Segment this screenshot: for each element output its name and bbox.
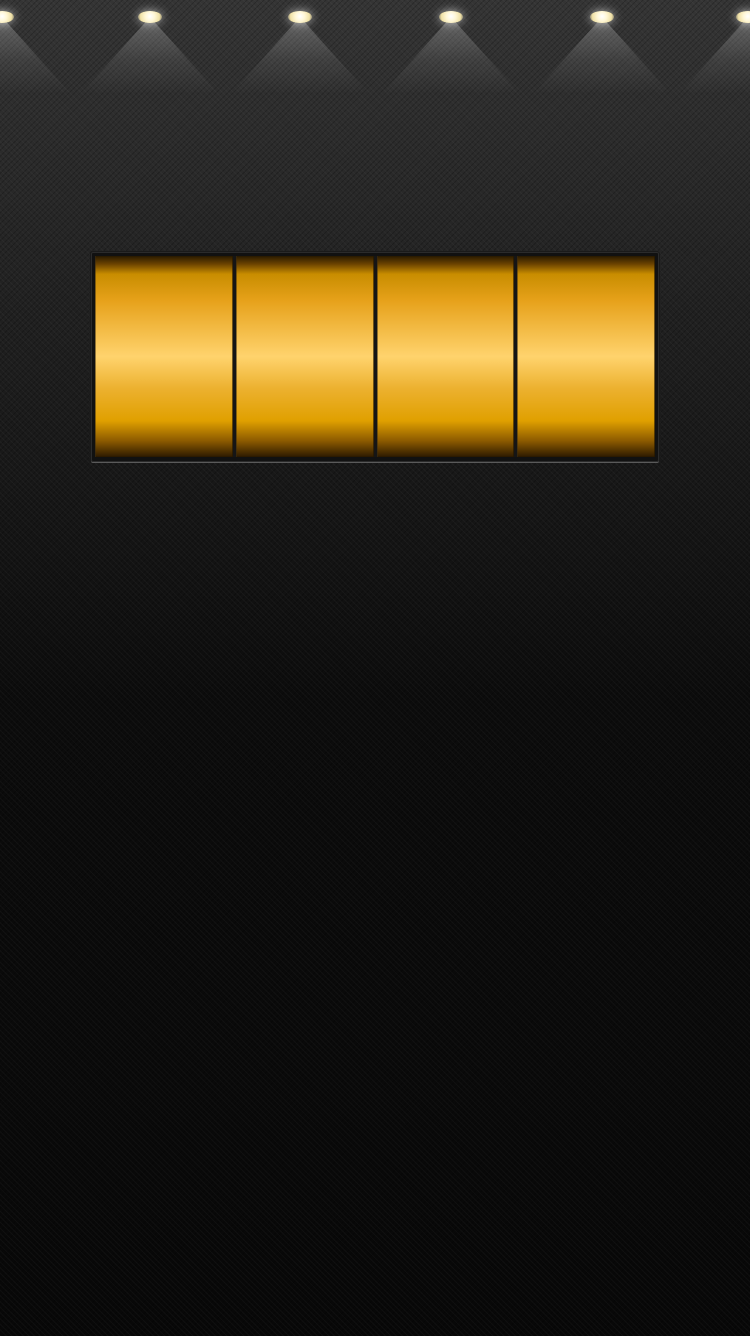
spotlights-bar — [0, 0, 750, 110]
reel-strip — [95, 256, 655, 457]
spotlight-icon — [532, 0, 672, 100]
reel-2[interactable] — [235, 256, 374, 457]
game-stage — [0, 0, 750, 1336]
reel-3[interactable] — [376, 256, 515, 457]
slot-machine-window — [91, 252, 659, 462]
reel-1[interactable] — [95, 256, 233, 457]
spotlight-icon — [381, 0, 521, 100]
spotlight-icon — [230, 0, 370, 100]
carbon-background — [0, 0, 750, 1336]
spotlight-icon — [0, 0, 72, 100]
spotlight-icon — [678, 0, 750, 100]
spotlight-icon — [80, 0, 220, 100]
reel-4[interactable] — [517, 256, 655, 457]
